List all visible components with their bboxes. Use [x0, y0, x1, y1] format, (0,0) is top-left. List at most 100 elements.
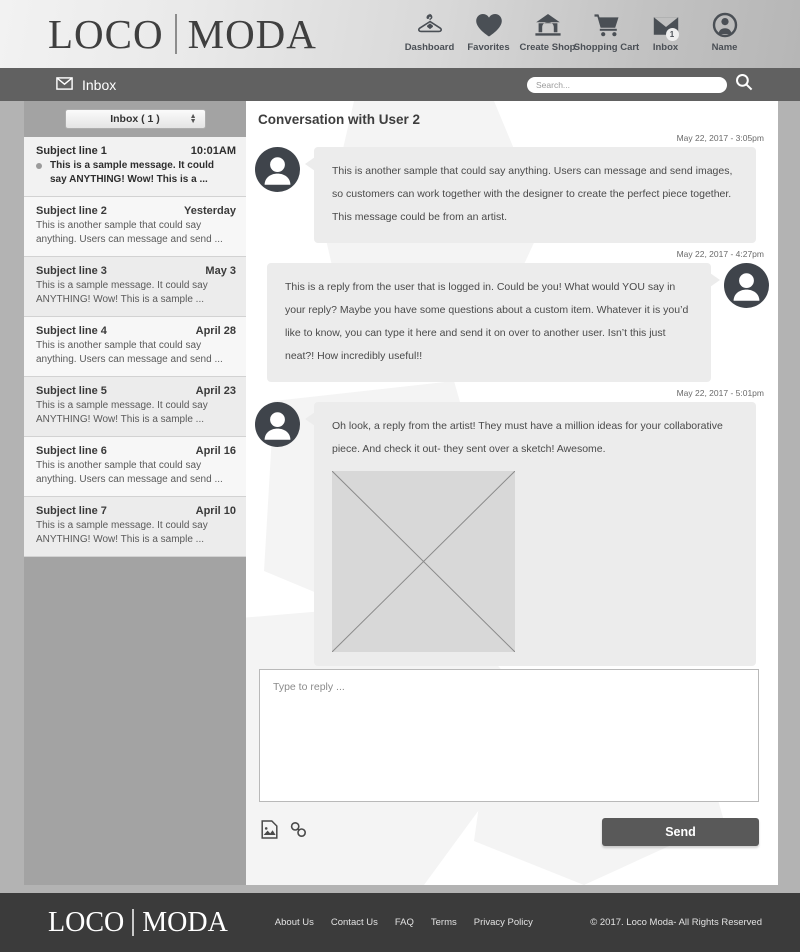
image-attach-icon[interactable] — [261, 820, 278, 844]
folder-select-label: Inbox ( 1 ) — [110, 113, 160, 125]
message-text: Oh look, a reply from the artist! They m… — [332, 420, 723, 455]
footer-brand-word-2: MODA — [142, 906, 228, 938]
link-icon[interactable] — [289, 820, 308, 844]
list-item[interactable]: Subject line 2 Yesterday This is another… — [24, 197, 246, 257]
message-subject: Subject line 6 — [36, 445, 107, 457]
message-subject: Subject line 4 — [36, 325, 107, 337]
footer-brand-divider — [132, 909, 135, 936]
top-header: LOCO MODA Dashboard Favorites Create Sho… — [0, 0, 800, 68]
footer-link-about-us[interactable]: About Us — [275, 917, 314, 928]
unread-dot-icon — [36, 163, 42, 169]
footer-logo[interactable]: LOCO MODA — [48, 906, 228, 938]
message-list-sidebar: Inbox ( 1 ) ▲ ▼ Subject line 1 10:01AM Th… — [24, 101, 246, 885]
footer-link-terms[interactable]: Terms — [431, 917, 457, 928]
nav-item-name[interactable]: Name — [695, 6, 754, 53]
message-subject: Subject line 2 — [36, 205, 107, 217]
list-item[interactable]: Subject line 4 April 28 This is another … — [24, 317, 246, 377]
bubble-row: This is another sample that could say an… — [246, 147, 778, 243]
message-bubble: This is a reply from the user that is lo… — [267, 263, 720, 382]
message-preview: This is another sample that could say an… — [36, 460, 223, 485]
message-date: 10:01AM — [190, 145, 236, 157]
avatar — [255, 147, 300, 192]
nav-item-shopping-cart[interactable]: Shopping Cart — [573, 6, 640, 53]
conversation-message: May 22, 2017 - 4:27pm This is a reply fr… — [246, 249, 778, 382]
folder-select-row: Inbox ( 1 ) ▲ ▼ — [24, 101, 246, 137]
inbox-badge: 1 — [665, 28, 679, 41]
page-root: LOCO MODA Dashboard Favorites Create Sho… — [0, 0, 800, 952]
message-subject: Subject line 3 — [36, 265, 107, 277]
brand-word-2: MODA — [187, 10, 317, 57]
message-preview: This is a sample message. It could say A… — [36, 520, 208, 545]
avatar — [724, 263, 769, 308]
conversation-message: May 22, 2017 - 3:05pm This is another sa… — [246, 133, 778, 243]
brand-logo[interactable]: LOCO MODA — [48, 10, 317, 57]
message-list: Subject line 1 10:01AM This is a sample … — [24, 137, 246, 557]
message-preview: This is another sample that could say an… — [36, 340, 223, 365]
message-preview: This is a sample message. It could say A… — [50, 160, 214, 185]
search-icon[interactable] — [735, 73, 753, 96]
search-input[interactable] — [527, 76, 727, 93]
send-button[interactable]: Send — [602, 818, 759, 846]
avatar — [255, 402, 300, 447]
heart-icon — [475, 6, 503, 38]
envelope-icon: 1 — [652, 6, 680, 41]
envelope-icon — [56, 76, 73, 93]
footer-link-faq[interactable]: FAQ — [395, 917, 414, 928]
conversation-pane: Conversation with User 2 May 22, 2017 - … — [246, 101, 778, 885]
list-item[interactable]: Subject line 6 April 16 This is another … — [24, 437, 246, 497]
sketch-image-placeholder[interactable] — [331, 470, 516, 653]
message-date: April 16 — [195, 445, 236, 457]
list-item[interactable]: Subject line 7 April 10 This is a sample… — [24, 497, 246, 557]
message-bubble-with-image: Oh look, a reply from the artist! They m… — [305, 402, 756, 666]
message-timestamp: May 22, 2017 - 3:05pm — [676, 133, 764, 143]
reply-textarea[interactable] — [259, 669, 759, 802]
stepper-icon: ▲ ▼ — [189, 113, 197, 125]
message-preview: This is a sample message. It could say A… — [36, 400, 208, 425]
conversation-title: Conversation with User 2 — [258, 112, 421, 127]
nav-label-inbox: Inbox — [652, 42, 679, 53]
message-date: April 28 — [195, 325, 236, 337]
brand-word-1: LOCO — [48, 10, 164, 57]
user-icon — [712, 6, 738, 38]
nav-item-favorites[interactable]: Favorites — [459, 6, 518, 53]
footer-copyright: © 2017. Loco Moda- All Rights Reserved — [590, 917, 762, 928]
conversation-message: May 22, 2017 - 5:01pm Oh look, a reply f… — [246, 388, 778, 666]
hanger-icon — [417, 6, 443, 38]
nav-item-inbox[interactable]: 1 Inbox — [636, 6, 695, 53]
message-subject: Subject line 7 — [36, 505, 107, 517]
shop-icon — [534, 6, 562, 38]
nav-item-dashboard[interactable]: Dashboard — [400, 6, 459, 53]
search-area — [527, 73, 753, 96]
nav-label-create-shop: Create Shop — [519, 42, 576, 53]
list-item[interactable]: Subject line 3 May 3 This is a sample me… — [24, 257, 246, 317]
message-subject: Subject line 5 — [36, 385, 107, 397]
bubble-row: This is a reply from the user that is lo… — [246, 263, 778, 382]
brand-divider — [174, 14, 177, 54]
nav-label-dashboard: Dashboard — [404, 42, 455, 53]
attachment-icons — [261, 820, 308, 844]
folder-select[interactable]: Inbox ( 1 ) ▲ ▼ — [64, 109, 206, 129]
footer-link-contact-us[interactable]: Contact Us — [331, 917, 378, 928]
footer: LOCO MODA About Us Contact Us FAQ Terms … — [0, 893, 800, 952]
message-bubble: This is another sample that could say an… — [305, 147, 756, 243]
message-date: Yesterday — [184, 205, 236, 217]
message-date: April 23 — [195, 385, 236, 397]
message-timestamp: May 22, 2017 - 4:27pm — [676, 249, 764, 259]
message-date: April 10 — [195, 505, 236, 517]
composer-actions: Send — [259, 818, 759, 846]
nav-label-name: Name — [711, 42, 738, 53]
cart-icon — [593, 6, 621, 38]
main-navigation: Dashboard Favorites Create Shop Shopping… — [400, 6, 754, 53]
message-preview: This is another sample that could say an… — [36, 220, 223, 245]
footer-link-privacy-policy[interactable]: Privacy Policy — [474, 917, 533, 928]
reply-composer: Send — [259, 669, 764, 846]
nav-label-shopping-cart: Shopping Cart — [573, 42, 640, 53]
sub-header: Inbox — [0, 68, 800, 101]
nav-item-create-shop[interactable]: Create Shop — [518, 6, 577, 53]
footer-brand-word-1: LOCO — [48, 906, 125, 938]
message-preview: This is a sample message. It could say A… — [36, 280, 208, 305]
page-body: Inbox ( 1 ) ▲ ▼ Subject line 1 10:01AM Th… — [24, 101, 778, 885]
nav-label-favorites: Favorites — [467, 42, 510, 53]
list-item[interactable]: Subject line 1 10:01AM This is a sample … — [24, 137, 246, 197]
list-item[interactable]: Subject line 5 April 23 This is a sample… — [24, 377, 246, 437]
